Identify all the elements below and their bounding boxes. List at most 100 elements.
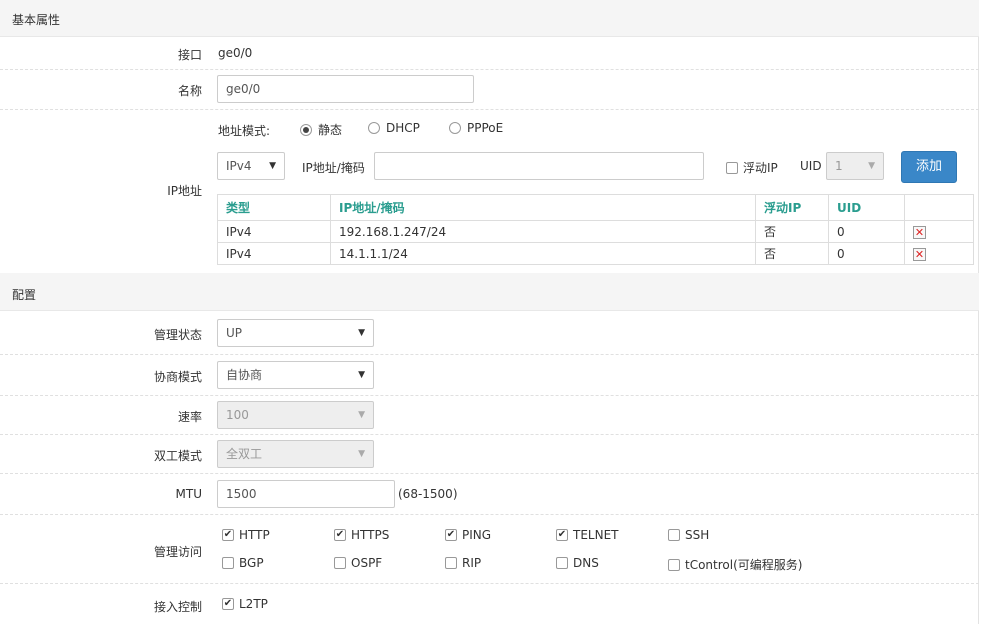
checkbox-icon bbox=[445, 557, 457, 569]
mgmt-ping-checkbox[interactable]: ✔ PING bbox=[445, 528, 491, 542]
duplex-label: 双工模式 bbox=[153, 449, 202, 463]
delete-icon[interactable]: ✕ bbox=[913, 247, 926, 261]
ip-mask-input[interactable] bbox=[374, 152, 704, 180]
chevron-down-icon: ▼ bbox=[358, 410, 365, 420]
col-floating-ip: 浮动IP bbox=[755, 194, 829, 221]
speed-select: 100 ▼ bbox=[217, 401, 374, 429]
mtu-input[interactable]: 1500 bbox=[217, 480, 395, 508]
floating-ip-checkbox[interactable]: 浮动IP bbox=[726, 159, 778, 176]
chevron-down-icon: ▼ bbox=[358, 370, 365, 380]
duplex-select: 全双工 ▼ bbox=[217, 440, 374, 468]
chevron-down-icon: ▼ bbox=[269, 161, 276, 171]
interface-value: ge0/0 bbox=[218, 46, 253, 60]
admin-status-select[interactable]: UP ▼ bbox=[217, 319, 374, 347]
duplex-value: 全双工 bbox=[226, 447, 263, 461]
access-control-label: 接入控制 bbox=[153, 600, 202, 614]
access-l2tp-checkbox[interactable]: ✔ L2TP bbox=[222, 597, 268, 611]
ip-version-select[interactable]: IPv4 ▼ bbox=[217, 152, 285, 180]
ip-version-value: IPv4 bbox=[226, 159, 252, 173]
mgmt-ssh-checkbox[interactable]: SSH bbox=[668, 528, 709, 542]
cell-floating-ip: 否 bbox=[755, 220, 829, 243]
table-row: IPv4 192.168.1.247/24 否 0 ✕ bbox=[217, 220, 974, 243]
mgmt-ospf-label: OSPF bbox=[351, 556, 383, 570]
mgmt-http-checkbox[interactable]: ✔ HTTP bbox=[222, 528, 270, 542]
table-header-row: 类型 IP地址/掩码 浮动IP UID bbox=[217, 194, 974, 221]
cell-action: ✕ bbox=[904, 220, 974, 243]
cell-action: ✕ bbox=[904, 242, 974, 265]
checkbox-checked-icon: ✔ bbox=[445, 529, 457, 541]
mgmt-ssh-label: SSH bbox=[685, 528, 710, 542]
mode-dhcp-radio[interactable]: DHCP bbox=[368, 121, 420, 135]
divider bbox=[0, 583, 979, 584]
add-button[interactable]: 添加 bbox=[901, 151, 957, 183]
mgmt-dns-label: DNS bbox=[573, 556, 599, 570]
cell-ip-mask: 192.168.1.247/24 bbox=[330, 220, 756, 243]
uid-select: 1 ▼ bbox=[826, 152, 884, 180]
mgmt-ping-label: PING bbox=[462, 528, 492, 542]
ip-mask-label: IP地址/掩码 bbox=[302, 161, 365, 175]
name-input[interactable]: ge0/0 bbox=[217, 75, 474, 103]
interface-edit-panel: 基本属性 接口 ge0/0 名称 ge0/0 IP地址 地址模式: 静态 DHC… bbox=[0, 0, 979, 624]
scrollbar[interactable] bbox=[980, 0, 994, 624]
radio-icon bbox=[449, 122, 461, 134]
access-l2tp-label: L2TP bbox=[239, 597, 268, 611]
mgmt-bgp-checkbox[interactable]: BGP bbox=[222, 556, 264, 570]
cell-type: IPv4 bbox=[217, 220, 331, 243]
mgmt-dns-checkbox[interactable]: DNS bbox=[556, 556, 599, 570]
mgmt-ospf-checkbox[interactable]: OSPF bbox=[334, 556, 382, 570]
mgmt-tcontrol-label: tControl(可编程服务) bbox=[685, 558, 803, 572]
mtu-range-hint: (68-1500) bbox=[398, 487, 458, 501]
divider bbox=[0, 395, 979, 396]
col-type: 类型 bbox=[217, 194, 331, 221]
mgmt-https-label: HTTPS bbox=[351, 528, 390, 542]
section-basic-header: 基本属性 bbox=[0, 0, 979, 37]
admin-status-label: 管理状态 bbox=[153, 328, 202, 342]
speed-label: 速率 bbox=[177, 410, 202, 424]
radio-icon bbox=[368, 122, 380, 134]
divider bbox=[0, 109, 979, 110]
mgmt-telnet-label: TELNET bbox=[573, 528, 619, 542]
mgmt-telnet-checkbox[interactable]: ✔ TELNET bbox=[556, 528, 619, 542]
divider bbox=[0, 434, 979, 435]
checkbox-icon bbox=[556, 557, 568, 569]
col-ip-mask: IP地址/掩码 bbox=[330, 194, 756, 221]
checkbox-icon bbox=[726, 161, 738, 174]
checkbox-icon bbox=[668, 529, 680, 541]
checkbox-icon bbox=[222, 557, 234, 569]
cell-ip-mask: 14.1.1.1/24 bbox=[330, 242, 756, 265]
checkbox-checked-icon: ✔ bbox=[222, 529, 234, 541]
mgmt-rip-checkbox[interactable]: RIP bbox=[445, 556, 481, 570]
mtu-label: MTU bbox=[175, 487, 202, 501]
col-action bbox=[904, 194, 974, 221]
name-label: 名称 bbox=[177, 84, 202, 98]
mode-pppoe-label: PPPoE bbox=[467, 121, 504, 135]
checkbox-checked-icon: ✔ bbox=[222, 598, 234, 610]
uid-label: UID bbox=[800, 159, 822, 173]
cell-floating-ip: 否 bbox=[755, 242, 829, 265]
mgmt-http-label: HTTP bbox=[239, 528, 270, 542]
mgmt-https-checkbox[interactable]: ✔ HTTPS bbox=[334, 528, 389, 542]
chevron-down-icon: ▼ bbox=[358, 449, 365, 459]
speed-value: 100 bbox=[226, 408, 249, 422]
section-basic-title: 基本属性 bbox=[12, 13, 61, 27]
cell-uid: 0 bbox=[828, 220, 905, 243]
checkbox-checked-icon: ✔ bbox=[556, 529, 568, 541]
chevron-down-icon: ▼ bbox=[358, 328, 365, 338]
table-row: IPv4 14.1.1.1/24 否 0 ✕ bbox=[217, 242, 974, 265]
delete-icon[interactable]: ✕ bbox=[913, 225, 926, 239]
mode-dhcp-label: DHCP bbox=[386, 121, 420, 135]
negotiation-select[interactable]: 自协商 ▼ bbox=[217, 361, 374, 389]
cell-uid: 0 bbox=[828, 242, 905, 265]
divider bbox=[0, 354, 979, 355]
mgmt-tcontrol-checkbox[interactable]: tControl(可编程服务) bbox=[668, 556, 802, 573]
mode-static-radio[interactable]: 静态 bbox=[300, 121, 342, 138]
divider bbox=[0, 514, 979, 515]
uid-value: 1 bbox=[835, 159, 843, 173]
mode-static-label: 静态 bbox=[318, 123, 343, 137]
mgmt-bgp-label: BGP bbox=[239, 556, 264, 570]
divider bbox=[0, 69, 979, 70]
ip-label: IP地址 bbox=[167, 184, 202, 198]
mode-pppoe-radio[interactable]: PPPoE bbox=[449, 121, 503, 135]
radio-selected-icon bbox=[300, 123, 312, 136]
ip-address-table: 类型 IP地址/掩码 浮动IP UID IPv4 192.168.1.247/2… bbox=[217, 194, 974, 265]
